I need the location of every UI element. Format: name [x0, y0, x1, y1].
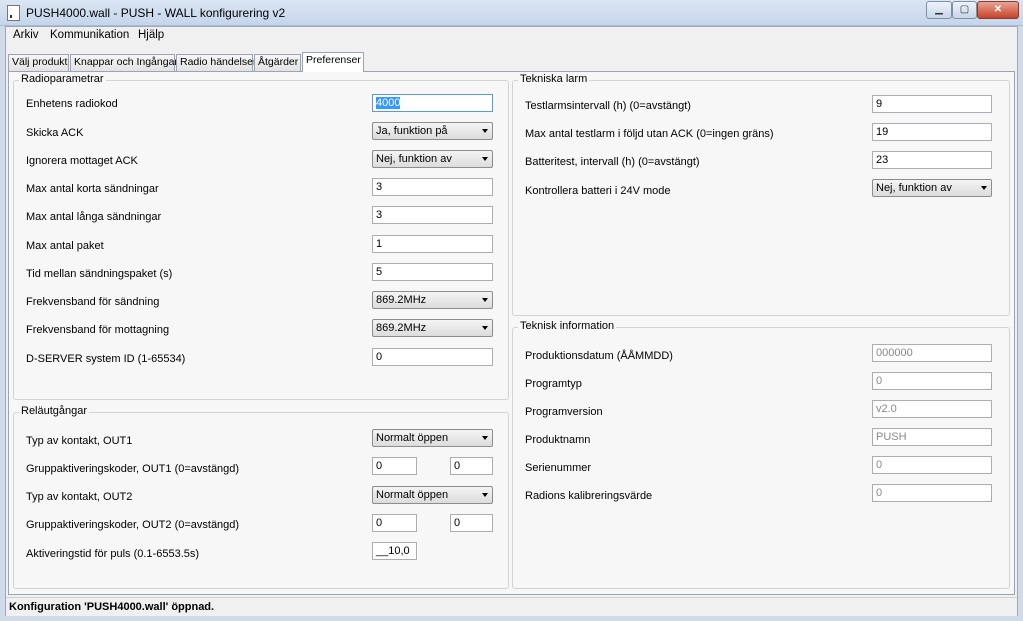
menu-hjalp[interactable]: Hjälp [138, 29, 164, 41]
maximize-button[interactable]: ▢ [952, 1, 977, 19]
out1-codes-label: Gruppaktiveringskoder, OUT1 (0=avstängd) [26, 463, 240, 475]
out1-code-b-input[interactable]: 0 [450, 457, 493, 475]
product-name-label: Produktnamn [525, 434, 591, 446]
battery-interval-input[interactable]: 23 [872, 151, 992, 169]
max-long-input[interactable]: 3 [372, 206, 493, 224]
max-packets-input[interactable]: 1 [372, 235, 493, 253]
ignore-ack-label: Ignorera mottaget ACK [26, 155, 138, 167]
send-ack-label: Skicka ACK [26, 127, 84, 139]
menu-bar: Arkiv Kommunikation Hjälp [6, 27, 1017, 45]
out2-code-b-input[interactable]: 0 [450, 514, 493, 532]
device-code-input[interactable]: 4000 [372, 94, 493, 112]
tab-radio-handelser[interactable]: Radio händelser [176, 54, 256, 71]
pulse-label: Aktiveringstid för puls (0.1-6553.5s) [26, 548, 200, 560]
out2-codes-label: Gruppaktiveringskoder, OUT2 (0=avstängd) [26, 519, 240, 531]
main-window: Arkiv Kommunikation Hjälp Välj produkt K… [5, 26, 1018, 616]
out2-code-a-input[interactable]: 0 [372, 514, 417, 532]
packet-interval-input[interactable]: 5 [372, 263, 493, 281]
pulse-input[interactable]: __10,0 [372, 542, 417, 560]
out1-type-select[interactable]: Normalt öppen [372, 429, 493, 447]
serial-label: Serienummer [525, 462, 592, 474]
title-bar: PUSH4000.wall - PUSH - WALL konfigurerin… [0, 0, 1023, 26]
menu-arkiv[interactable]: Arkiv [13, 29, 39, 41]
tx-band-label: Frekvensband för sändning [26, 296, 160, 308]
window-title: PUSH4000.wall - PUSH - WALL konfigurerin… [26, 6, 286, 20]
check-battery-label: Kontrollera batteri i 24V mode [525, 185, 671, 197]
max-long-label: Max antal långa sändningar [26, 211, 162, 223]
info-group: Teknisk information Produktionsdatum (ÅÅ… [512, 320, 1010, 589]
chevron-down-icon [981, 186, 987, 190]
serial-field: 0 [872, 456, 992, 474]
product-name-field: PUSH [872, 428, 992, 446]
test-interval-label: Testlarmsintervall (h) (0=avstängt) [525, 100, 691, 112]
test-interval-input[interactable]: 9 [872, 95, 992, 113]
close-button[interactable]: ✕ [977, 1, 1019, 19]
calib-field: 0 [872, 484, 992, 502]
relay-group: Reläutgångar Typ av kontakt, OUT1 Normal… [13, 405, 509, 589]
prog-type-label: Programtyp [525, 378, 582, 390]
chevron-down-icon [482, 157, 488, 161]
dserver-label: D-SERVER system ID (1-65534) [26, 353, 186, 365]
chevron-down-icon [482, 326, 488, 330]
chevron-down-icon [482, 436, 488, 440]
prog-type-field: 0 [872, 372, 992, 390]
alarm-group: Tekniska larm Testlarmsintervall (h) (0=… [512, 73, 1010, 316]
max-packets-label: Max antal paket [26, 240, 104, 252]
check-battery-select[interactable]: Nej, funktion av [872, 179, 992, 197]
out1-code-a-input[interactable]: 0 [372, 457, 417, 475]
out2-type-select[interactable]: Normalt öppen [372, 486, 493, 504]
out1-type-label: Typ av kontakt, OUT1 [26, 435, 133, 447]
battery-interval-label: Batteritest, intervall (h) (0=avstängt) [525, 156, 700, 168]
device-code-label: Enhetens radiokod [26, 98, 118, 110]
calib-label: Radions kalibreringsvärde [525, 490, 653, 502]
chevron-down-icon [482, 493, 488, 497]
chevron-down-icon [482, 298, 488, 302]
tab-preferenser[interactable]: Preferenser [302, 52, 364, 72]
rx-band-label: Frekvensband för mottagning [26, 324, 170, 336]
alarm-group-title: Tekniska larm [518, 73, 590, 85]
minimize-button[interactable]: ▁ [926, 1, 952, 19]
info-group-title: Teknisk information [518, 320, 617, 332]
relay-group-title: Reläutgångar [19, 405, 90, 417]
prod-date-label: Produktionsdatum (ÅÅMMDD) [525, 350, 673, 362]
app-icon [7, 5, 20, 21]
tab-knappar[interactable]: Knappar och Ingångar [70, 54, 178, 71]
max-tests-label: Max antal testlarm i följd utan ACK (0=i… [525, 128, 774, 140]
packet-interval-label: Tid mellan sändningspaket (s) [26, 268, 173, 280]
prog-version-field: v2.0 [872, 400, 992, 418]
out2-type-label: Typ av kontakt, OUT2 [26, 491, 133, 503]
max-tests-input[interactable]: 19 [872, 123, 992, 141]
status-text: Konfiguration 'PUSH4000.wall' öppnad. [9, 601, 215, 613]
send-ack-select[interactable]: Ja, funktion på [372, 122, 493, 140]
radio-group-title: Radioparametrar [19, 73, 106, 85]
preferences-panel: Radioparametrar Enhetens radiokod 4000 S… [8, 71, 1015, 595]
prod-date-field: 000000 [872, 344, 992, 362]
prog-version-label: Programversion [525, 406, 603, 418]
tab-atgarder[interactable]: Åtgärder [254, 54, 301, 71]
chevron-down-icon [482, 129, 488, 133]
tab-valj-produkt[interactable]: Välj produkt [8, 54, 69, 71]
rx-band-select[interactable]: 869.2MHz [372, 319, 493, 337]
status-bar: Konfiguration 'PUSH4000.wall' öppnad. [6, 597, 1017, 616]
dserver-input[interactable]: 0 [372, 348, 493, 366]
ignore-ack-select[interactable]: Nej, funktion av [372, 150, 493, 168]
radio-group: Radioparametrar Enhetens radiokod 4000 S… [13, 73, 509, 400]
max-short-input[interactable]: 3 [372, 178, 493, 196]
max-short-label: Max antal korta sändningar [26, 183, 159, 195]
menu-kommunikation[interactable]: Kommunikation [50, 29, 129, 41]
tx-band-select[interactable]: 869.2MHz [372, 291, 493, 309]
